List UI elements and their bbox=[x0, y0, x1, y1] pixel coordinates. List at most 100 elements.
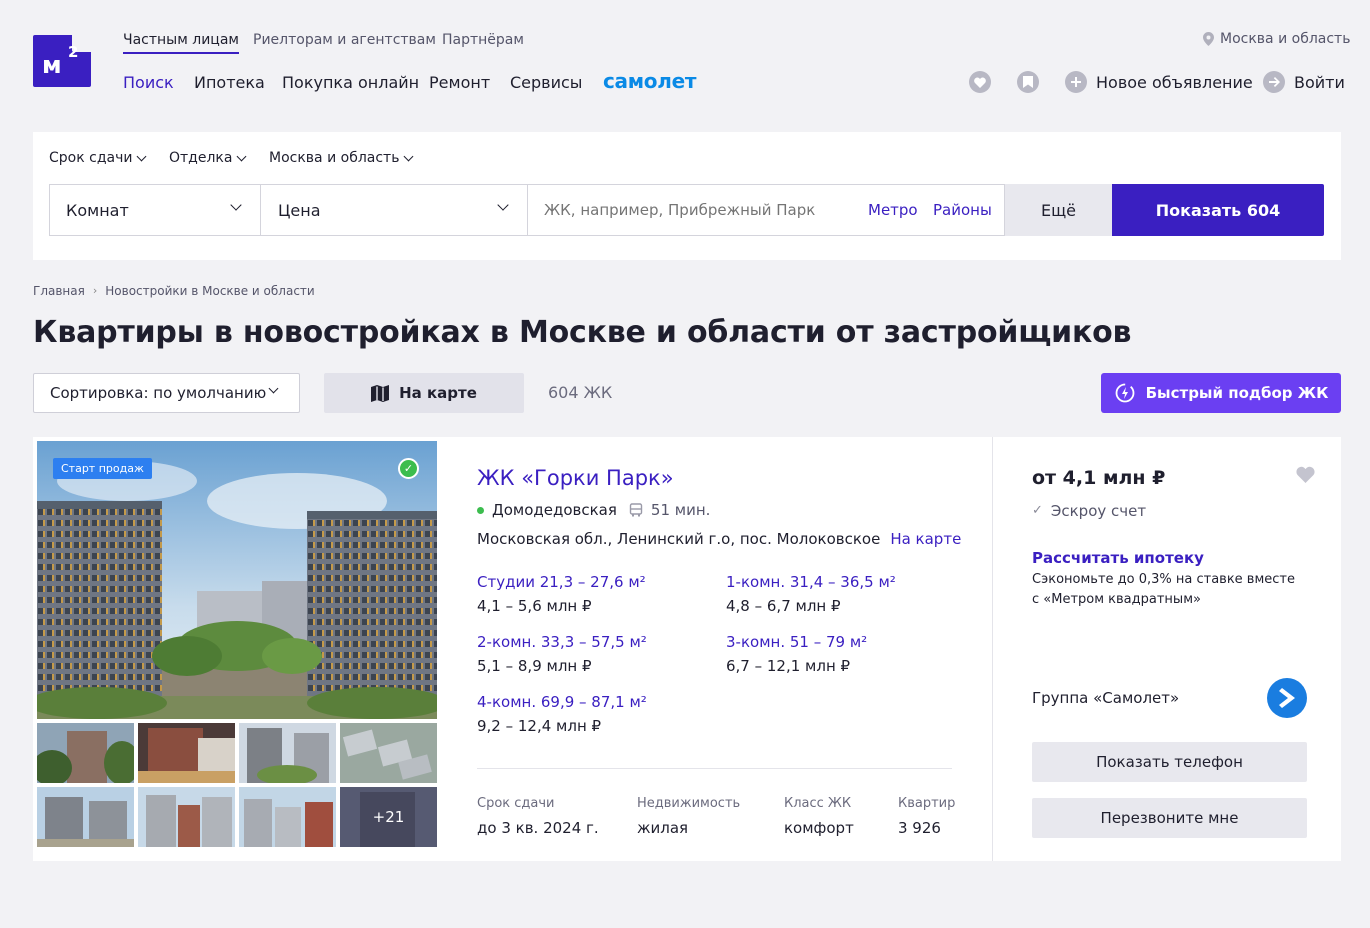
nav-services[interactable]: Сервисы bbox=[510, 73, 582, 93]
mortgage-calc-link[interactable]: Рассчитать ипотеку bbox=[1032, 548, 1204, 568]
quick-selection-label: Быстрый подбор ЖК bbox=[1145, 384, 1329, 402]
sort-select[interactable]: Сортировка: по умолчанию bbox=[33, 373, 300, 413]
rooms-select[interactable]: Комнат bbox=[49, 184, 261, 236]
chevron-down-icon bbox=[230, 199, 242, 211]
apartment-type[interactable]: 2-комн. 33,3 – 57,5 м² 5,1 – 8,9 млн ₽ bbox=[477, 632, 647, 676]
photo-thumbnail[interactable] bbox=[239, 787, 336, 847]
chevron-down-icon bbox=[268, 383, 279, 394]
favorites-button[interactable] bbox=[969, 71, 991, 93]
photo-thumbnail[interactable] bbox=[138, 723, 235, 783]
metro-station: Домодедовская bbox=[492, 501, 617, 519]
logo-letter: м bbox=[42, 51, 62, 79]
apartment-type-name: 3-комн. 51 – 79 м² bbox=[726, 633, 868, 651]
thumbnail-image bbox=[239, 723, 336, 783]
meta-label: Срок сдачи bbox=[477, 796, 555, 811]
districts-link[interactable]: Районы bbox=[933, 201, 992, 219]
developer-logo[interactable] bbox=[1267, 678, 1307, 718]
price-select[interactable]: Цена bbox=[260, 184, 528, 236]
quick-selection-button[interactable]: Быстрый подбор ЖК bbox=[1101, 373, 1341, 413]
filter-completion-date[interactable]: Срок сдачи bbox=[49, 149, 147, 167]
new-ad-link[interactable]: Новое объявление bbox=[1096, 73, 1253, 93]
card-divider bbox=[477, 768, 952, 769]
top-link-partners[interactable]: Партнёрам bbox=[442, 31, 524, 49]
filter-finishing[interactable]: Отделка bbox=[169, 149, 247, 167]
building-photo bbox=[37, 441, 437, 719]
filter-label: Срок сдачи bbox=[49, 150, 133, 166]
filter-region[interactable]: Москва и область bbox=[269, 149, 414, 167]
address-map-link[interactable]: На карте bbox=[890, 530, 961, 548]
top-link-realtors[interactable]: Риелторам и агентствам bbox=[253, 31, 436, 49]
map-button-label: На карте bbox=[399, 384, 477, 402]
complex-search-input[interactable] bbox=[544, 201, 854, 219]
apartment-type[interactable]: 4-комн. 69,9 – 87,1 м² 9,2 – 12,4 млн ₽ bbox=[477, 692, 647, 736]
region-selector[interactable]: Москва и область bbox=[1203, 30, 1350, 48]
photo-thumbnail[interactable] bbox=[37, 723, 134, 783]
page-title: Квартиры в новостройках в Москве и облас… bbox=[33, 315, 1132, 350]
apartment-type[interactable]: Студии 21,3 – 27,6 м² 4,1 – 5,6 млн ₽ bbox=[477, 572, 646, 616]
samolet-logo[interactable]: самолет bbox=[603, 69, 696, 93]
meta-label: Квартир bbox=[898, 796, 956, 811]
show-results-button[interactable]: Показать 604 bbox=[1112, 184, 1324, 236]
more-photos-thumbnail[interactable]: +21 bbox=[340, 787, 437, 847]
breadcrumb: Главная › Новостройки в Москве и области bbox=[33, 284, 315, 298]
more-filters-button[interactable]: Ещё bbox=[1005, 184, 1112, 236]
apartment-type-price: 5,1 – 8,9 млн ₽ bbox=[477, 657, 592, 675]
metro-line-dot-icon bbox=[477, 506, 484, 514]
thumbnail-image bbox=[37, 787, 134, 847]
meta-value: 3 926 bbox=[898, 819, 941, 837]
photo-thumbnail[interactable] bbox=[340, 723, 437, 783]
price-from: от 4,1 млн ₽ bbox=[1032, 467, 1166, 489]
bookmarks-button[interactable] bbox=[1017, 71, 1039, 93]
top-link-private[interactable]: Частным лицам bbox=[123, 31, 239, 54]
samolet-chevron-icon bbox=[1279, 688, 1295, 708]
meta-value: комфорт bbox=[784, 819, 854, 837]
filter-label: Москва и область bbox=[269, 150, 400, 166]
thumbnail-image bbox=[138, 723, 235, 783]
map-icon bbox=[371, 384, 390, 402]
thumbnail-image bbox=[340, 723, 437, 783]
filter-label: Отделка bbox=[169, 150, 233, 166]
show-phone-button[interactable]: Показать телефон bbox=[1032, 742, 1307, 782]
breadcrumb-new-buildings[interactable]: Новостройки в Москве и области bbox=[105, 284, 314, 298]
apartment-type-name: 4-комн. 69,9 – 87,1 м² bbox=[477, 693, 647, 711]
meta-label: Недвижимость bbox=[637, 796, 741, 811]
apartment-type-price: 6,7 – 12,1 млн ₽ bbox=[726, 657, 851, 675]
card-column-divider bbox=[992, 437, 993, 861]
nav-buy-online[interactable]: Покупка онлайн bbox=[282, 73, 419, 93]
breadcrumb-home[interactable]: Главная bbox=[33, 284, 85, 298]
main-photo[interactable] bbox=[37, 441, 437, 719]
thumbnail-image bbox=[138, 787, 235, 847]
new-ad-button[interactable] bbox=[1065, 71, 1087, 93]
chevron-down-icon bbox=[497, 199, 509, 211]
login-button[interactable] bbox=[1263, 71, 1285, 93]
chevron-right-icon: › bbox=[92, 284, 98, 297]
photo-thumbnail[interactable] bbox=[239, 723, 336, 783]
show-on-map-button[interactable]: На карте bbox=[324, 373, 524, 413]
complex-title[interactable]: ЖК «Горки Парк» bbox=[477, 464, 674, 492]
apartment-type-price: 4,8 – 6,7 млн ₽ bbox=[726, 597, 841, 615]
logo[interactable]: м 2 bbox=[33, 34, 92, 87]
more-photos-count: +21 bbox=[340, 787, 437, 847]
results-count: 604 ЖК bbox=[548, 383, 613, 402]
apartment-type-name: Студии 21,3 – 27,6 м² bbox=[477, 573, 646, 591]
metro-info: Домодедовская 51 мин. bbox=[477, 500, 710, 520]
nav-repair[interactable]: Ремонт bbox=[429, 73, 490, 93]
favorite-heart-icon[interactable] bbox=[1296, 466, 1315, 488]
photo-thumbnail[interactable] bbox=[138, 787, 235, 847]
photo-thumbnail[interactable] bbox=[37, 787, 134, 847]
apartment-type-name: 1-комн. 31,4 – 36,5 м² bbox=[726, 573, 896, 591]
nav-mortgage[interactable]: Ипотека bbox=[194, 73, 265, 93]
mortgage-description: Сэкономьте до 0,3% на ставке вместе с «М… bbox=[1032, 572, 1295, 607]
thumbnail-image bbox=[37, 723, 134, 783]
location-pin-icon bbox=[1203, 32, 1214, 46]
login-link[interactable]: Войти bbox=[1294, 73, 1345, 93]
callback-button[interactable]: Перезвоните мне bbox=[1032, 798, 1307, 838]
apartment-type[interactable]: 3-комн. 51 – 79 м² 6,7 – 12,1 млн ₽ bbox=[726, 632, 867, 676]
nav-search[interactable]: Поиск bbox=[123, 73, 174, 93]
transit-time: 51 мин. bbox=[650, 501, 711, 519]
metro-link[interactable]: Метро bbox=[868, 201, 918, 219]
chevron-down-icon bbox=[137, 151, 147, 161]
apartment-type[interactable]: 1-комн. 31,4 – 36,5 м² 4,8 – 6,7 млн ₽ bbox=[726, 572, 896, 616]
developer-name[interactable]: Группа «Самолет» bbox=[1032, 688, 1179, 708]
checkmark-icon: ✓ bbox=[1032, 503, 1043, 518]
